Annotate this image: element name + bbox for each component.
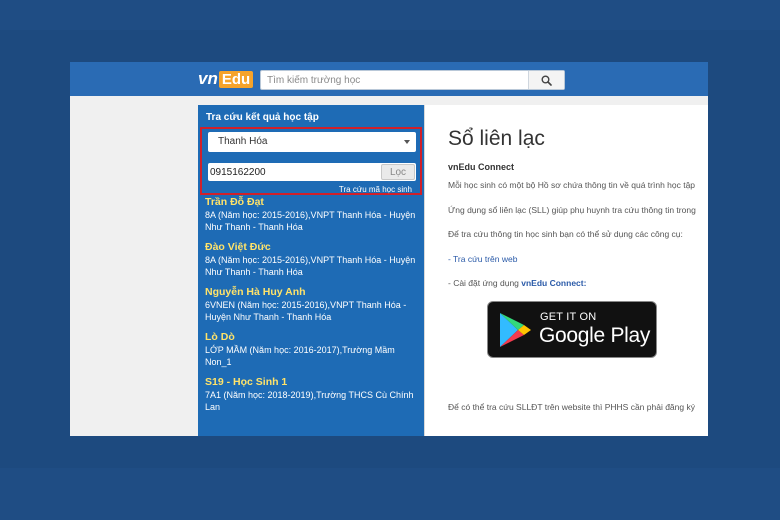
list-item[interactable]: Trần Đỗ Đạt 8A (Năm học: 2015-2016),VNPT… bbox=[205, 195, 419, 233]
install-app-line: - Cài đặt ứng dụng vnEdu Connect: bbox=[448, 278, 586, 288]
student-name[interactable]: Trần Đỗ Đạt bbox=[205, 195, 419, 209]
school-search-input[interactable] bbox=[261, 71, 526, 89]
description-text: Mỗi học sinh có một bộ Hồ sơ chứa thông … bbox=[448, 180, 696, 190]
list-item[interactable]: Lò Dò LỚP MẦM (Năm học: 2016-2017),Trườn… bbox=[205, 330, 419, 368]
google-play-icon bbox=[500, 313, 531, 347]
registration-note: Để có thể tra cứu SLLĐT trên website thì… bbox=[448, 402, 695, 412]
student-info: 8A (Năm học: 2015-2016),VNPT Thanh Hóa -… bbox=[205, 210, 416, 232]
list-item[interactable]: S19 - Học Sinh 1 7A1 (Năm học: 2018-2019… bbox=[205, 375, 419, 413]
student-name[interactable]: S19 - Học Sinh 1 bbox=[205, 375, 419, 389]
province-selected-value: Thanh Hóa bbox=[218, 136, 268, 147]
vnedu-logo[interactable]: vn Edu bbox=[198, 68, 254, 90]
logo-vn: vn bbox=[198, 69, 218, 88]
list-item[interactable]: Nguyễn Hà Huy Anh 6VNEN (Năm học: 2015-2… bbox=[205, 285, 419, 323]
background-band-top bbox=[0, 0, 780, 30]
app-name-link[interactable]: vnEdu Connect: bbox=[521, 278, 586, 288]
panel-title: Tra cứu kết quả học tập bbox=[206, 112, 319, 123]
student-list: Trần Đỗ Đạt 8A (Năm học: 2015-2016),VNPT… bbox=[205, 195, 419, 420]
dropdown-caret-icon bbox=[404, 140, 410, 144]
search-button[interactable] bbox=[528, 71, 564, 89]
website-screenshot: vn Edu Tra cứu kết quả học tập Thanh Hóa… bbox=[70, 62, 708, 436]
google-play-button[interactable]: GET IT ON Google Play bbox=[487, 301, 657, 358]
phone-input[interactable] bbox=[208, 163, 378, 181]
web-lookup-link[interactable]: - Tra cứu trên web bbox=[448, 254, 517, 264]
page-title: Sổ liên lạc bbox=[448, 127, 545, 150]
student-info: LỚP MẦM (Năm học: 2016-2017),Trường Mầm … bbox=[205, 345, 395, 367]
filter-button[interactable]: Lọc bbox=[381, 164, 415, 180]
phone-field: Lọc bbox=[208, 163, 416, 181]
student-name[interactable]: Lò Dò bbox=[205, 330, 419, 344]
search-icon bbox=[541, 75, 552, 86]
student-name[interactable]: Nguyễn Hà Huy Anh bbox=[205, 285, 419, 299]
install-prefix: - Cài đặt ứng dụng bbox=[448, 278, 522, 288]
lookup-panel: Tra cứu kết quả học tập Thanh Hóa Lọc Tr… bbox=[198, 105, 424, 436]
description-text: Ứng dụng sổ liên lạc (SLL) giúp phụ huyn… bbox=[448, 205, 696, 215]
province-select[interactable]: Thanh Hóa bbox=[208, 132, 416, 152]
student-code-link[interactable]: Tra cứu mã học sinh bbox=[339, 185, 412, 194]
student-info: 8A (Năm học: 2015-2016),VNPT Thanh Hóa -… bbox=[205, 255, 416, 277]
student-info: 6VNEN (Năm học: 2015-2016),VNPT Thanh Hó… bbox=[205, 300, 407, 322]
google-play-label: Google Play bbox=[539, 324, 651, 347]
get-it-on-label: GET IT ON bbox=[540, 311, 597, 323]
main-content: Sổ liên lạc vnEdu Connect Mỗi học sinh c… bbox=[424, 105, 708, 436]
school-search bbox=[260, 70, 565, 90]
student-info: 7A1 (Năm học: 2018-2019),Trường THCS Cù … bbox=[205, 390, 414, 412]
list-item[interactable]: Đào Việt Đức 8A (Năm học: 2015-2016),VNP… bbox=[205, 240, 419, 278]
student-name[interactable]: Đào Việt Đức bbox=[205, 240, 419, 254]
background-band-bottom bbox=[0, 468, 780, 520]
description-text: Để tra cứu thông tin học sinh bạn có thể… bbox=[448, 229, 683, 239]
header-bar: vn Edu bbox=[70, 62, 708, 96]
section-subtitle: vnEdu Connect bbox=[448, 162, 515, 172]
logo-edu: Edu bbox=[218, 70, 254, 88]
